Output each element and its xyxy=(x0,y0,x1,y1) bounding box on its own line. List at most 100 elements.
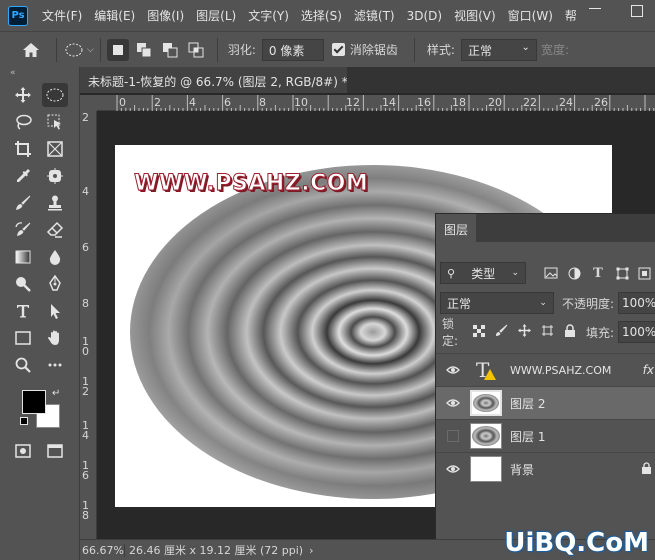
layers-tab[interactable]: 图层 xyxy=(436,214,476,242)
ruler-label: 0 xyxy=(119,96,126,109)
photoshop-logo: Ps xyxy=(8,5,28,26)
zoom-tool-icon[interactable] xyxy=(10,353,36,377)
crop-tool-icon[interactable] xyxy=(10,137,36,161)
opacity-input[interactable]: 100% xyxy=(618,292,655,314)
ruler-label: 6 xyxy=(224,96,231,109)
collapse-toolbar-icon[interactable]: « xyxy=(0,67,79,81)
canvas-text-layer: WWW.PSAHZ.COM xyxy=(133,171,369,197)
filter-pixel-icon[interactable] xyxy=(540,267,562,279)
path-selection-tool-icon[interactable] xyxy=(42,299,68,323)
chevron-down-icon: ⌄ xyxy=(521,41,530,53)
zoom-level[interactable]: 66.67% xyxy=(80,543,125,557)
chevron-down-icon[interactable]: ⌵ xyxy=(87,45,94,55)
filter-shape-icon[interactable] xyxy=(610,267,634,280)
gradient-tool-icon[interactable] xyxy=(10,245,36,269)
ruler-label: 8 xyxy=(82,297,89,310)
dodge-tool-icon[interactable] xyxy=(10,272,36,296)
lock-all-icon[interactable] xyxy=(564,324,576,340)
filter-type-icon[interactable]: T xyxy=(586,266,610,281)
lock-position-icon[interactable] xyxy=(517,324,531,340)
layer-row-background[interactable]: 背景 xyxy=(436,452,655,485)
menu-layer[interactable]: 图层(L) xyxy=(190,7,242,24)
blur-tool-icon[interactable] xyxy=(42,245,68,269)
filter-smart-object-icon[interactable] xyxy=(634,267,654,280)
visibility-eye-icon[interactable] xyxy=(436,464,470,474)
ruler-label: 26 xyxy=(594,96,608,109)
menu-3d[interactable]: 3D(D) xyxy=(401,9,448,23)
lock-image-icon[interactable] xyxy=(495,324,508,340)
spot-healing-tool-icon[interactable] xyxy=(42,164,68,188)
frame-tool-icon[interactable] xyxy=(42,137,68,161)
menu-window[interactable]: 窗口(W) xyxy=(502,7,559,24)
feather-input[interactable]: 0 像素 xyxy=(261,38,324,61)
foreground-color-swatch[interactable] xyxy=(22,390,46,414)
minimize-icon[interactable] xyxy=(589,8,601,9)
subtract-from-selection-icon[interactable] xyxy=(159,39,181,61)
quick-mask-icon[interactable] xyxy=(10,439,36,463)
horizontal-ruler[interactable]: 0 2 4 6 8 10 12 14 16 18 20 22 24 26 xyxy=(97,95,655,111)
feather-label: 羽化: xyxy=(227,43,256,57)
divider xyxy=(56,37,57,62)
eyedropper-tool-icon[interactable] xyxy=(10,164,36,188)
document-tab[interactable]: 未标题-1-恢复的 @ 66.7% (图层 2, RGB/8#) *× xyxy=(80,67,364,93)
layer-row-text[interactable]: T WWW.PSAHZ.COM fx xyxy=(436,353,655,386)
lock-label: 锁定: xyxy=(442,317,459,348)
intersect-selection-icon[interactable] xyxy=(185,39,207,61)
menu-help[interactable]: 帮 xyxy=(559,7,583,24)
lock-transparent-icon[interactable] xyxy=(472,324,485,340)
elliptical-marquee-tool-icon[interactable] xyxy=(42,83,68,107)
search-icon: ⚲ xyxy=(447,266,456,280)
menu-type[interactable]: 文字(Y) xyxy=(242,7,295,24)
history-brush-tool-icon[interactable] xyxy=(10,218,36,242)
menu-select[interactable]: 选择(S) xyxy=(295,7,348,24)
object-selection-tool-icon[interactable] xyxy=(42,110,68,134)
lock-artboard-icon[interactable] xyxy=(541,324,554,340)
status-menu-arrow-icon[interactable]: › xyxy=(309,544,313,557)
layer-row-layer1[interactable]: 图层 1 xyxy=(436,419,655,452)
elliptical-marquee-preset-icon[interactable] xyxy=(63,39,85,61)
ruler-label: 22 xyxy=(523,96,537,109)
layer-filter-select[interactable]: ⚲ 类型 ⌄ xyxy=(440,262,526,284)
menu-filter[interactable]: 滤镜(T) xyxy=(348,7,401,24)
add-to-selection-icon[interactable] xyxy=(133,39,155,61)
style-select[interactable]: 正常 ⌄ xyxy=(460,38,537,61)
fx-icon[interactable]: fx xyxy=(643,363,654,377)
rectangle-tool-icon[interactable] xyxy=(10,326,36,350)
blend-mode-select[interactable]: 正常 ⌄ xyxy=(440,292,554,314)
home-icon[interactable] xyxy=(20,39,42,61)
menu-file[interactable]: 文件(F) xyxy=(36,7,88,24)
lasso-tool-icon[interactable] xyxy=(10,110,36,134)
visibility-eye-icon[interactable] xyxy=(436,398,470,408)
ruler-label: 24 xyxy=(559,96,573,109)
layer-name: 图层 1 xyxy=(510,429,546,444)
move-tool-icon[interactable] xyxy=(10,83,36,107)
screen-mode-icon[interactable] xyxy=(42,439,68,463)
brush-tool-icon[interactable] xyxy=(10,191,36,215)
layer-row-layer2[interactable]: 图层 2 xyxy=(436,386,655,419)
pen-tool-icon[interactable] xyxy=(42,272,68,296)
ruler-label: 1 8 xyxy=(82,499,89,522)
visibility-toggle-hidden[interactable] xyxy=(436,430,470,442)
warning-icon xyxy=(484,369,496,380)
menu-view[interactable]: 视图(V) xyxy=(448,7,502,24)
eraser-tool-icon[interactable] xyxy=(42,218,68,242)
antialias-checkbox[interactable] xyxy=(331,43,345,56)
vertical-ruler[interactable]: 2 4 6 8 1 0 1 2 1 4 1 6 1 8 xyxy=(80,111,97,539)
visibility-eye-icon[interactable] xyxy=(436,365,470,375)
hand-tool-icon[interactable] xyxy=(42,326,68,350)
fill-input[interactable]: 100% xyxy=(618,321,655,343)
ruler-origin[interactable] xyxy=(80,95,97,111)
clone-stamp-tool-icon[interactable] xyxy=(42,191,68,215)
new-selection-icon[interactable] xyxy=(106,38,129,61)
type-tool-icon[interactable] xyxy=(10,299,36,323)
maximize-icon[interactable] xyxy=(631,5,643,17)
more-tools-icon[interactable] xyxy=(42,353,68,377)
ruler-label: 1 4 xyxy=(82,419,89,442)
menu-image[interactable]: 图像(I) xyxy=(141,7,190,24)
ruler-label: 2 xyxy=(82,111,89,124)
menu-edit[interactable]: 编辑(E) xyxy=(88,7,141,24)
default-colors-icon[interactable] xyxy=(20,417,28,425)
swap-colors-icon[interactable]: ↵ xyxy=(52,388,60,399)
lock-icon[interactable] xyxy=(641,461,652,477)
filter-adjustment-icon[interactable] xyxy=(562,267,586,280)
